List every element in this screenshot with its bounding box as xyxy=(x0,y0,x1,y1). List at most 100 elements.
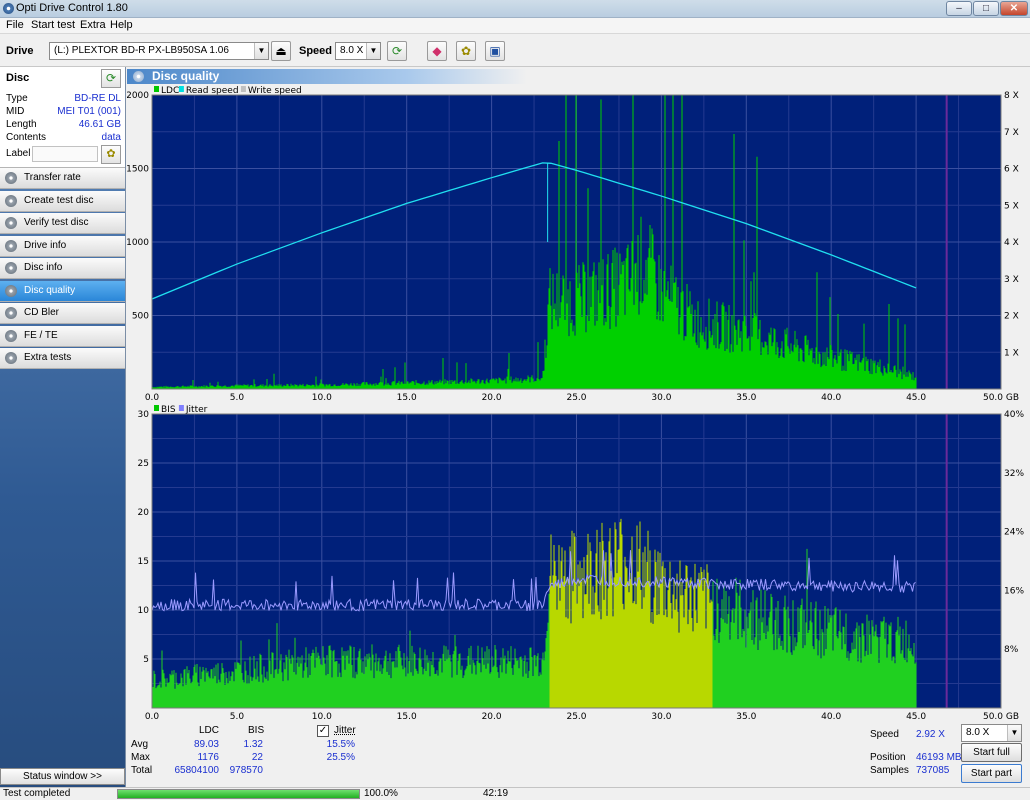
speed-select-value: 8.0 X xyxy=(340,45,364,56)
test-speed-select[interactable]: 8.0 X ▼ xyxy=(961,724,1022,742)
maximize-icon[interactable]: □ xyxy=(973,1,999,16)
nav-item-drive-info[interactable]: Drive info xyxy=(0,235,125,257)
x-tick-label: 40.0 xyxy=(821,712,841,722)
start-full-button[interactable]: Start full xyxy=(961,743,1022,762)
y2-tick-label: 24% xyxy=(1004,528,1024,538)
x-tick-label: 10.0 xyxy=(312,712,332,722)
refresh-button[interactable]: ⟳ xyxy=(387,41,407,61)
drive-select-value: (L:) PLEXTOR BD-R PX-LB950SA 1.06 xyxy=(54,45,229,56)
x-tick-label: 15.0 xyxy=(397,393,417,403)
x-tick-label: 10.0 xyxy=(312,393,332,403)
chevron-down-icon: ▼ xyxy=(1007,725,1021,741)
status-bar: Test completed 100.0% 42:19 xyxy=(0,787,1030,800)
left-panel: Disc ⟳ Type BD-RE DL MID MEI T01 (001) L… xyxy=(0,67,126,787)
disc-length-key: Length xyxy=(6,119,37,130)
disc-label-button[interactable]: ✿ xyxy=(101,145,121,164)
eject-button[interactable]: ⏏ xyxy=(271,41,291,61)
samples-value: 737085 xyxy=(916,765,950,776)
x-tick-label: 25.0 xyxy=(566,393,586,403)
x-tick-label: 0.0 xyxy=(145,712,160,722)
nav-item-transfer-rate[interactable]: Transfer rate xyxy=(0,168,125,189)
disc-type-key: Type xyxy=(6,93,28,104)
x-tick-label: 40.0 xyxy=(821,393,841,403)
menu-bar: File Start test Extra Help xyxy=(0,18,1030,34)
settings-icon: ✿ xyxy=(106,148,116,160)
gear-icon: ✿ xyxy=(460,44,472,58)
menu-file[interactable]: File xyxy=(6,19,24,31)
disc-type-value: BD-RE DL xyxy=(74,93,121,104)
nav-item-label: FE / TE xyxy=(24,329,58,341)
nav-item-disc-quality[interactable]: Disc quality xyxy=(0,280,125,302)
speed-label: Speed xyxy=(299,45,333,57)
nav-item-extra-tests[interactable]: Extra tests xyxy=(0,348,125,369)
panel-header: Disc quality xyxy=(127,69,527,84)
disc-contents-key: Contents xyxy=(6,132,47,143)
y-tick-label: 30 xyxy=(138,410,150,420)
x-tick-label: 30.0 xyxy=(651,712,671,722)
max-jitter: 25.5% xyxy=(326,752,355,763)
chevron-down-icon: ▼ xyxy=(366,43,380,59)
y2-tick-label: 1 X xyxy=(1004,348,1019,358)
y2-tick-label: 2 X xyxy=(1004,312,1019,322)
drive-select[interactable]: (L:) PLEXTOR BD-R PX-LB950SA 1.06 ▼ xyxy=(49,42,269,60)
save-button[interactable]: ▣ xyxy=(485,41,505,61)
nav-item-label: CD Bler xyxy=(24,307,60,318)
x-tick-label: 50.0 GB xyxy=(983,712,1019,722)
disc-label-key: Label xyxy=(6,148,31,159)
menu-help[interactable]: Help xyxy=(110,19,133,31)
x-tick-label: 20.0 xyxy=(482,712,502,722)
disc-info-box: Disc ⟳ Type BD-RE DL MID MEI T01 (001) L… xyxy=(0,67,125,168)
nav-item-label: Create test disc xyxy=(24,194,94,206)
disc-label-input[interactable] xyxy=(32,146,98,162)
position-value: 46193 MB xyxy=(916,752,962,763)
disc-icon xyxy=(5,194,17,207)
nav-item-label: Drive info xyxy=(24,239,67,251)
y2-tick-label: 8 X xyxy=(1004,91,1019,101)
nav-item-cd-bler[interactable]: CD Bler xyxy=(0,303,125,324)
position-label: Position xyxy=(870,752,906,763)
x-tick-label: 45.0 xyxy=(906,712,926,722)
speed-stat-value: 2.92 X xyxy=(916,729,945,740)
speed-select[interactable]: 8.0 X ▼ xyxy=(335,42,381,60)
avg-ldc: 89.03 xyxy=(193,739,219,750)
panel-title: Disc quality xyxy=(152,69,220,83)
stats-col-jitter: Jitter xyxy=(334,725,356,736)
start-part-button[interactable]: Start part xyxy=(961,764,1022,783)
stats-row-max: Max xyxy=(131,752,150,763)
nav-item-create-test-disc[interactable]: Create test disc xyxy=(0,190,125,212)
samples-label: Samples xyxy=(870,765,909,776)
total-ldc: 65804100 xyxy=(174,765,220,776)
disc-icon xyxy=(5,217,17,229)
status-window-button[interactable]: Status window >> xyxy=(0,768,125,785)
erase-button[interactable]: ◆ xyxy=(427,41,447,61)
max-ldc: 1176 xyxy=(197,752,219,763)
title-bar: Opti Drive Control 1.80 – □ ✕ xyxy=(0,0,1030,18)
disc-mid-key: MID xyxy=(6,106,25,117)
check-icon: ✓ xyxy=(318,725,328,736)
ldc-chart: LDC Read speed Write speed0.0 5.0 10.0 15.0 20… xyxy=(127,86,1019,403)
y-tick-label: 10 xyxy=(138,606,150,616)
nav-item-verify-test-disc[interactable]: Verify test disc xyxy=(0,213,125,234)
stats-row-avg: Avg xyxy=(131,739,149,750)
disc-refresh-button[interactable]: ⟳ xyxy=(101,69,121,88)
jitter-checkbox[interactable]: ✓ xyxy=(317,725,329,737)
save-icon: ▣ xyxy=(489,44,501,58)
disc-heading: Disc xyxy=(6,72,30,84)
settings-button[interactable]: ✿ xyxy=(456,41,476,61)
disc-icon xyxy=(5,262,17,274)
x-tick-label: 5.0 xyxy=(230,712,245,722)
speed-stat-label: Speed xyxy=(870,729,899,740)
disc-icon xyxy=(5,172,17,184)
avg-jitter: 15.5% xyxy=(326,739,355,750)
elapsed-time: 42:19 xyxy=(483,788,509,799)
menu-start-test[interactable]: Start test xyxy=(31,19,75,31)
minimize-icon[interactable]: – xyxy=(946,1,972,16)
y2-tick-label: 7 X xyxy=(1004,128,1019,138)
app-icon xyxy=(3,3,14,14)
nav-item-disc-info[interactable]: Disc info xyxy=(0,258,125,279)
x-tick-label: 5.0 xyxy=(230,393,245,403)
nav-item-fe-te[interactable]: FE / TE xyxy=(0,325,125,347)
x-tick-label: 50.0 GB xyxy=(983,393,1019,403)
close-icon[interactable]: ✕ xyxy=(1000,1,1028,16)
menu-extra[interactable]: Extra xyxy=(80,19,106,31)
